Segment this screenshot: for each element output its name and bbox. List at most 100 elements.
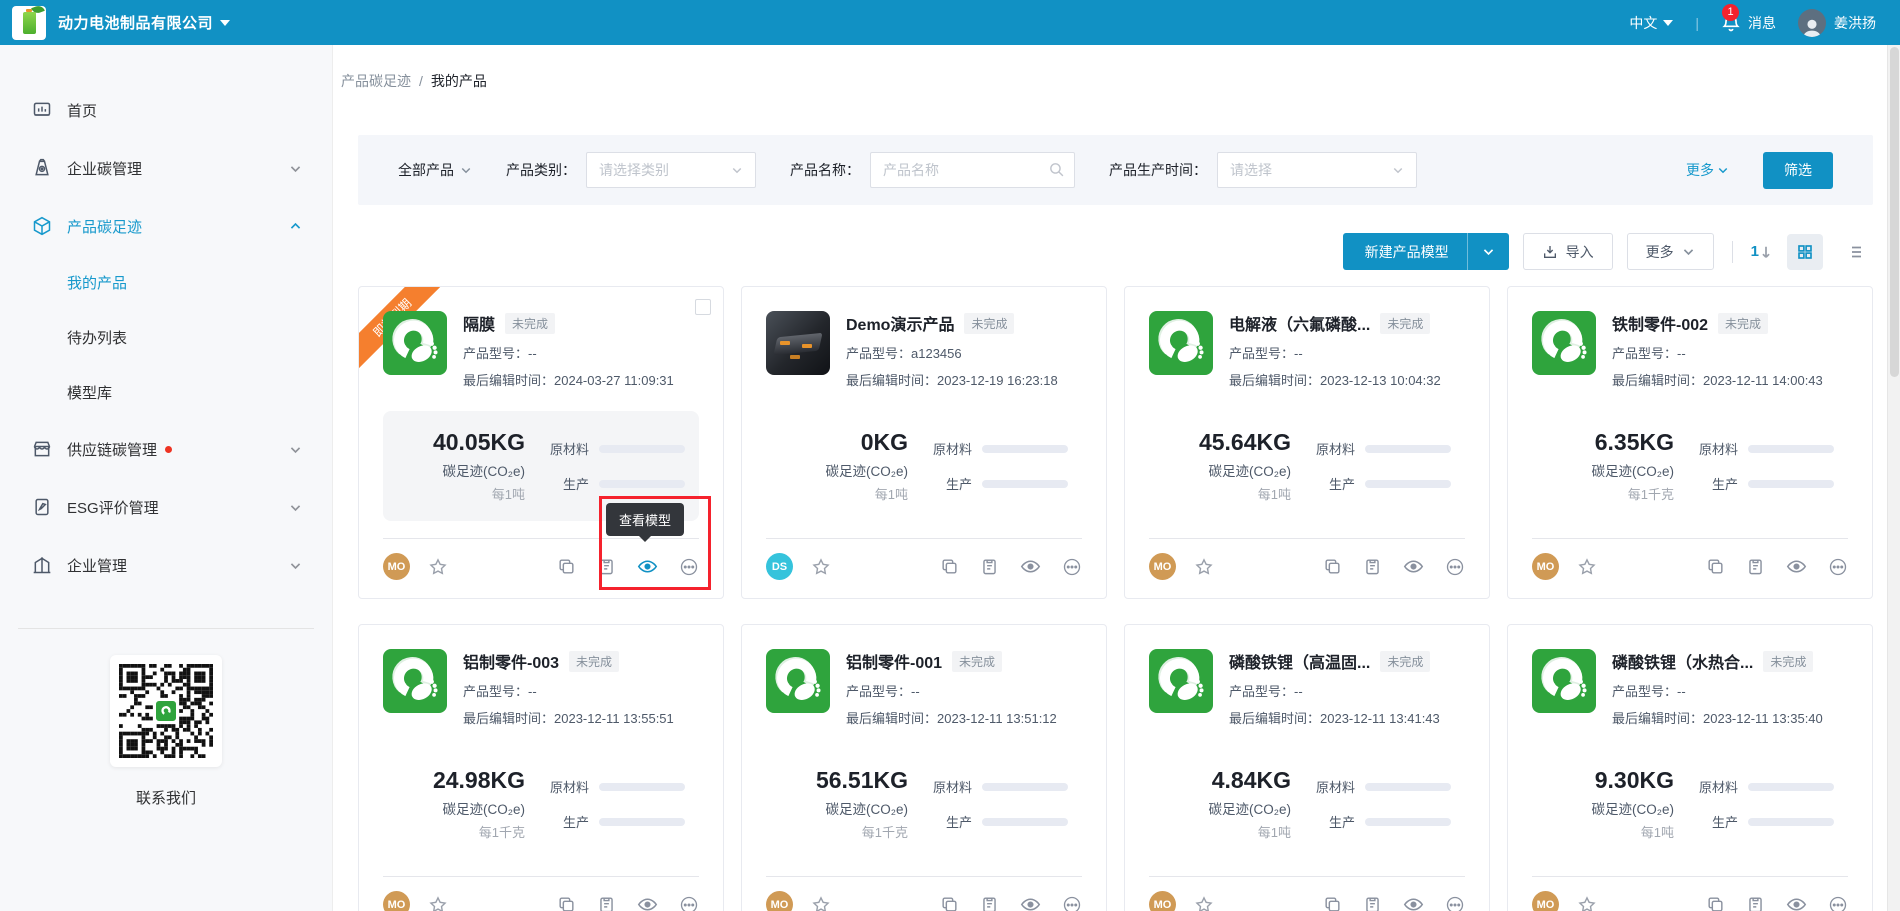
favorite-star-icon[interactable] xyxy=(1194,557,1214,577)
product-card[interactable]: 即将到期 隔膜 未完成 产品型号：-- 最后编辑时间：2024-03-27 11… xyxy=(358,286,724,599)
more-circle-icon[interactable] xyxy=(1828,557,1848,577)
page-scrollbar[interactable] xyxy=(1887,45,1900,911)
user-menu[interactable]: 姜洪扬 xyxy=(1798,9,1876,37)
sidebar-item-todo-list[interactable]: 待办列表 xyxy=(0,310,332,365)
company-switcher[interactable]: 动力电池制品有限公司 xyxy=(58,12,230,33)
sidebar-item-enterprise-carbon[interactable]: 企业碳管理 xyxy=(0,139,332,197)
sidebar-item-home[interactable]: 首页 xyxy=(0,81,332,139)
more-circle-icon[interactable] xyxy=(1062,557,1082,577)
more-actions-button[interactable]: 更多 xyxy=(1627,233,1714,270)
more-circle-icon[interactable] xyxy=(679,557,699,577)
favorite-star-icon[interactable] xyxy=(811,895,831,911)
edit-time-label: 最后编辑时间： xyxy=(463,373,554,388)
footprint-value: 56.51KG xyxy=(780,767,908,794)
breadcrumb-parent[interactable]: 产品碳足迹 xyxy=(341,71,411,91)
production-time-select[interactable]: 请选择 xyxy=(1217,152,1417,188)
all-products-dropdown[interactable]: 全部产品 xyxy=(398,160,472,180)
sidebar-item-esg[interactable]: ESG评价管理 xyxy=(0,478,332,536)
copy-icon[interactable] xyxy=(1706,557,1725,576)
clipboard-icon[interactable] xyxy=(1746,895,1765,911)
clipboard-icon[interactable] xyxy=(597,895,616,911)
breadcrumb-separator: / xyxy=(419,73,423,89)
copy-icon[interactable] xyxy=(557,557,576,576)
list-view-icon xyxy=(1846,243,1864,261)
filter-button[interactable]: 筛选 xyxy=(1763,152,1833,189)
product-card[interactable]: 磷酸铁锂（水热合... 未完成 产品型号：-- 最后编辑时间：2023-12-1… xyxy=(1507,624,1873,911)
grid-view-button[interactable] xyxy=(1787,234,1823,270)
footprint-value: 45.64KG xyxy=(1163,429,1291,456)
sidebar-item-model-library[interactable]: 模型库 xyxy=(0,365,332,420)
more-circle-icon[interactable] xyxy=(1062,895,1082,911)
more-circle-icon[interactable] xyxy=(679,895,699,911)
import-button[interactable]: 导入 xyxy=(1523,233,1613,270)
eye-icon[interactable] xyxy=(637,556,658,577)
more-filters-link[interactable]: 更多 xyxy=(1686,160,1729,180)
product-card[interactable]: 电解液（六氟磷酸... 未完成 产品型号：-- 最后编辑时间：2023-12-1… xyxy=(1124,286,1490,599)
favorite-star-icon[interactable] xyxy=(1577,895,1597,911)
owner-avatar: MO xyxy=(383,553,410,580)
eye-icon[interactable] xyxy=(1786,556,1807,577)
eye-icon[interactable] xyxy=(1020,556,1041,577)
sidebar-item-enterprise-mgmt[interactable]: 企业管理 xyxy=(0,536,332,594)
sort-icon[interactable]: 1 xyxy=(1751,243,1773,260)
favorite-star-icon[interactable] xyxy=(428,895,448,911)
more-circle-icon[interactable] xyxy=(1828,895,1848,911)
eye-icon[interactable] xyxy=(1020,894,1041,911)
favorite-star-icon[interactable] xyxy=(811,557,831,577)
home-icon xyxy=(32,100,52,120)
favorite-star-icon[interactable] xyxy=(1577,557,1597,577)
sidebar-item-my-products[interactable]: 我的产品 xyxy=(0,255,332,310)
production-label: 生产 xyxy=(1309,474,1355,493)
eye-icon[interactable] xyxy=(1786,894,1807,911)
clipboard-icon[interactable] xyxy=(597,557,616,576)
favorite-star-icon[interactable] xyxy=(428,557,448,577)
language-selector[interactable]: 中文 xyxy=(1629,13,1673,33)
clipboard-icon[interactable] xyxy=(1363,895,1382,911)
copy-icon[interactable] xyxy=(1323,557,1342,576)
copy-icon[interactable] xyxy=(557,895,576,911)
more-circle-icon[interactable] xyxy=(1445,895,1465,911)
sidebar-item-supply-chain[interactable]: 供应链碳管理 xyxy=(0,420,332,478)
product-card[interactable]: 铝制零件-001 未完成 产品型号：-- 最后编辑时间：2023-12-11 1… xyxy=(741,624,1107,911)
clipboard-icon[interactable] xyxy=(1746,557,1765,576)
footprint-value: 6.35KG xyxy=(1546,429,1674,456)
edit-time-label: 最后编辑时间： xyxy=(463,711,554,726)
eye-icon[interactable] xyxy=(1403,556,1424,577)
list-view-button[interactable] xyxy=(1837,234,1873,270)
product-card[interactable]: 铁制零件-002 未完成 产品型号：-- 最后编辑时间：2023-12-11 1… xyxy=(1507,286,1873,599)
owner-avatar: MO xyxy=(1532,553,1559,580)
clipboard-icon[interactable] xyxy=(980,895,999,911)
category-placeholder: 请选择类别 xyxy=(599,160,669,180)
favorite-star-icon[interactable] xyxy=(1194,895,1214,911)
carbon-stats: 6.35KG 碳足迹(CO₂e) 每1千克 原材料 生产 xyxy=(1532,411,1848,521)
new-model-dropdown-toggle[interactable] xyxy=(1467,233,1509,270)
sidebar-item-label: ESG评价管理 xyxy=(67,497,159,518)
copy-icon[interactable] xyxy=(1323,895,1342,911)
product-card[interactable]: 铝制零件-003 未完成 产品型号：-- 最后编辑时间：2023-12-11 1… xyxy=(358,624,724,911)
product-name-input[interactable] xyxy=(870,152,1075,188)
carbon-stats: 9.30KG 碳足迹(CO₂e) 每1吨 原材料 生产 xyxy=(1532,749,1848,859)
category-select[interactable]: 请选择类别 xyxy=(586,152,756,188)
search-icon[interactable] xyxy=(1048,161,1065,178)
footprint-label: 碳足迹(CO₂e) xyxy=(780,798,908,818)
more-actions-label: 更多 xyxy=(1646,242,1674,262)
clipboard-icon[interactable] xyxy=(980,557,999,576)
chevron-up-icon xyxy=(289,220,302,233)
sidebar-item-product-footprint[interactable]: 产品碳足迹 xyxy=(0,197,332,255)
eye-icon[interactable] xyxy=(637,894,658,911)
eye-icon[interactable] xyxy=(1403,894,1424,911)
clipboard-icon[interactable] xyxy=(1363,557,1382,576)
scrollbar-thumb[interactable] xyxy=(1890,47,1899,377)
copy-icon[interactable] xyxy=(1706,895,1725,911)
footprint-unit: 每1吨 xyxy=(1163,484,1291,503)
new-product-model-button[interactable]: 新建产品模型 xyxy=(1343,233,1509,270)
breadcrumb: 产品碳足迹 / 我的产品 xyxy=(339,71,1886,91)
edit-time-label: 最后编辑时间： xyxy=(1229,711,1320,726)
product-card[interactable]: Demo演示产品 未完成 产品型号：a123456 最后编辑时间：2023-12… xyxy=(741,286,1107,599)
messages-button[interactable]: 1 消息 xyxy=(1721,13,1776,33)
copy-icon[interactable] xyxy=(940,557,959,576)
more-circle-icon[interactable] xyxy=(1445,557,1465,577)
card-checkbox[interactable] xyxy=(695,299,711,315)
product-card[interactable]: 磷酸铁锂（高温固... 未完成 产品型号：-- 最后编辑时间：2023-12-1… xyxy=(1124,624,1490,911)
copy-icon[interactable] xyxy=(940,895,959,911)
